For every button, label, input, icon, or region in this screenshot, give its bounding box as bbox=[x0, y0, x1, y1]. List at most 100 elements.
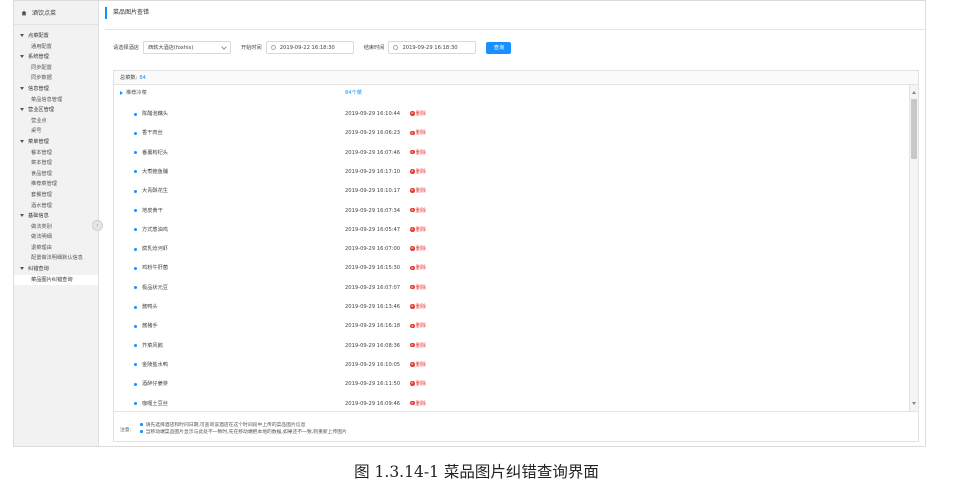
sidebar-item[interactable]: 配置做法明细默认信息 bbox=[14, 253, 98, 264]
sidebar-group[interactable]: 信息管理 bbox=[14, 84, 98, 95]
caret-right-icon bbox=[120, 90, 123, 95]
table-row: 酱鸭头 2019-09-29 16:13:46 × 删除 bbox=[114, 302, 909, 312]
delete-icon: × bbox=[410, 381, 415, 386]
start-time-value: 2019-09-22 16:18:30 bbox=[279, 44, 335, 51]
sidebar-item-label: 配置做法明细默认信息 bbox=[31, 255, 83, 262]
sidebar-item[interactable]: 餐本管理 bbox=[14, 148, 98, 159]
upload-time: 2019-09-29 16:07:07 bbox=[345, 284, 401, 291]
hotel-select[interactable]: 西软大酒店(foxhis) bbox=[142, 41, 231, 54]
sidebar-item[interactable]: 营业点 bbox=[14, 116, 98, 127]
delete-button[interactable]: × 删除 bbox=[410, 186, 426, 196]
sidebar-group[interactable]: 系统管理 bbox=[14, 52, 98, 63]
upload-time: 2019-09-29 16:05:47 bbox=[345, 226, 401, 233]
group-row[interactable]: 推荐冷菜 84个菜 bbox=[114, 88, 909, 98]
sidebar-item[interactable]: 做法明细 bbox=[14, 232, 98, 243]
end-time-value: 2019-09-29 16:18:30 bbox=[402, 44, 458, 51]
table-row: 香干肉丝 2019-09-29 16:06:23 × 删除 bbox=[114, 128, 909, 138]
sidebar-item[interactable]: 菜品图片纠错查询 bbox=[14, 274, 98, 286]
sidebar-group[interactable]: 菜单管理 bbox=[14, 137, 98, 148]
delete-button[interactable]: × 删除 bbox=[410, 225, 426, 235]
sidebar-item[interactable]: 通用配置 bbox=[14, 42, 98, 53]
end-time-picker[interactable]: 2019-09-29 16:18:30 bbox=[388, 41, 477, 54]
delete-button[interactable]: × 删除 bbox=[410, 283, 426, 293]
sidebar-item[interactable]: 同步配置 bbox=[14, 63, 98, 74]
sidebar-item[interactable]: 推荐菜管理 bbox=[14, 179, 98, 190]
scroll-down-icon[interactable] bbox=[912, 402, 916, 405]
sidebar-item[interactable]: 菜本管理 bbox=[14, 158, 98, 169]
scrollbar-thumb[interactable] bbox=[911, 99, 917, 159]
sidebar-item[interactable]: 退菜理由 bbox=[14, 243, 98, 254]
sidebar-item[interactable]: 套餐管理 bbox=[14, 190, 98, 201]
sidebar-item[interactable]: 做法类别 bbox=[14, 222, 98, 233]
delete-button[interactable]: × 删除 bbox=[410, 302, 426, 312]
group-name: 推荐冷菜 bbox=[126, 90, 147, 96]
note-text: 当移动端菜品图片显示与此处不一致时,先在移动端把本地的数据,如果还不一致,则重新… bbox=[145, 430, 347, 435]
clock-icon bbox=[393, 45, 399, 50]
delete-button[interactable]: × 删除 bbox=[410, 360, 426, 370]
table-row: 咖喱土豆丝 2019-09-29 16:09:46 × 删除 bbox=[114, 399, 909, 409]
delete-icon: × bbox=[410, 169, 415, 174]
delete-button[interactable]: × 删除 bbox=[410, 399, 426, 409]
sidebar-group[interactable]: 基础信息 bbox=[14, 211, 98, 222]
table-row: 芥菜风鹅 2019-09-29 16:08:36 × 删除 bbox=[114, 341, 909, 351]
sidebar-group[interactable]: 纠错查询 bbox=[14, 264, 98, 275]
delete-button[interactable]: × 删除 bbox=[410, 206, 426, 216]
figure-caption: 图 1.3.14-1 菜品图片纠错查询界面 bbox=[354, 463, 599, 481]
table-row: 极品状元豆 2019-09-29 16:07:07 × 删除 bbox=[114, 283, 909, 293]
sidebar-item[interactable]: 桌号 bbox=[14, 126, 98, 137]
caret-down-icon bbox=[20, 139, 24, 143]
sidebar-group[interactable]: 点菜配置 bbox=[14, 31, 98, 42]
sidebar-item-label: 基础信息 bbox=[28, 213, 49, 220]
hotel-select-value: 西软大酒店(foxhis) bbox=[147, 45, 194, 51]
delete-icon: × bbox=[410, 246, 415, 251]
sidebar-header-label: 酒饮点菜 bbox=[32, 10, 57, 17]
delete-label: 删除 bbox=[415, 207, 426, 214]
upload-time: 2019-09-29 16:17:10 bbox=[345, 168, 401, 175]
delete-button[interactable]: × 删除 bbox=[410, 321, 426, 331]
delete-button[interactable]: × 删除 bbox=[410, 341, 426, 351]
total-label: 总菜数: bbox=[120, 75, 138, 81]
delete-button[interactable]: × 删除 bbox=[410, 148, 426, 158]
delete-button[interactable]: × 删除 bbox=[410, 244, 426, 254]
delete-button[interactable]: × 删除 bbox=[410, 167, 426, 177]
sidebar: 酒饮点菜 点菜配置 通用配置 系统管理 同步配置 同步数据 信息管理 菜品信息管理 营业区管理… bbox=[14, 1, 103, 446]
sidebar-header[interactable]: 酒饮点菜 bbox=[14, 1, 98, 25]
sidebar-group[interactable]: 营业区管理 bbox=[14, 105, 98, 116]
delete-button[interactable]: × 删除 bbox=[410, 128, 426, 138]
upload-time: 2019-09-29 16:10:05 bbox=[345, 361, 401, 368]
filter-bar: 请选择酒店 西软大酒店(foxhis) 开始时间 2019-09-22 16:1… bbox=[113, 41, 512, 54]
bullet-icon bbox=[134, 151, 137, 155]
sidebar-collapse-icon[interactable]: ‹ bbox=[92, 220, 103, 231]
delete-button[interactable]: × 删除 bbox=[410, 109, 426, 119]
delete-button[interactable]: × 删除 bbox=[410, 379, 426, 389]
vertical-scrollbar[interactable] bbox=[909, 85, 918, 411]
delete-label: 删除 bbox=[415, 381, 426, 388]
sidebar-item[interactable]: 菜品信息管理 bbox=[14, 95, 98, 106]
delete-button[interactable]: × 删除 bbox=[410, 263, 426, 273]
dish-name: 鸡粉牛肝菌 bbox=[142, 265, 168, 272]
search-button[interactable]: 查询 bbox=[486, 41, 512, 54]
upload-time: 2019-09-29 16:11:50 bbox=[345, 381, 401, 388]
start-time-label: 开始时间 bbox=[240, 45, 262, 51]
bullet-icon bbox=[134, 131, 137, 135]
scroll-up-icon[interactable] bbox=[912, 91, 916, 94]
delete-icon: × bbox=[410, 323, 415, 329]
sidebar-item-label: 菜品图片纠错查询 bbox=[31, 276, 73, 283]
start-time-picker[interactable]: 2019-09-22 16:18:30 bbox=[265, 41, 354, 54]
sidebar-item[interactable]: 食品管理 bbox=[14, 169, 98, 180]
sidebar-item-label: 推荐菜管理 bbox=[31, 181, 57, 188]
upload-time: 2019-09-29 16:15:30 bbox=[345, 265, 401, 272]
sidebar-item[interactable]: 酒水管理 bbox=[14, 201, 98, 212]
bullet-icon bbox=[134, 324, 137, 328]
sidebar-item-label: 套餐管理 bbox=[31, 191, 52, 198]
sidebar-item[interactable]: 同步数据 bbox=[14, 73, 98, 84]
sidebar-item-label: 菜单管理 bbox=[28, 138, 49, 145]
table-row: 酒醉仔姜芽 2019-09-29 16:11:50 × 删除 bbox=[114, 379, 909, 389]
end-time-label: 结束时间 bbox=[363, 45, 385, 51]
sidebar-item-label: 做法明细 bbox=[31, 234, 52, 241]
table-row: 鸡粉牛肝菌 2019-09-29 16:15:30 × 删除 bbox=[114, 263, 909, 273]
delete-icon: × bbox=[410, 342, 415, 348]
sidebar-item-label: 食品管理 bbox=[31, 170, 52, 177]
caret-down-icon bbox=[20, 108, 24, 112]
clock-icon bbox=[270, 45, 276, 50]
